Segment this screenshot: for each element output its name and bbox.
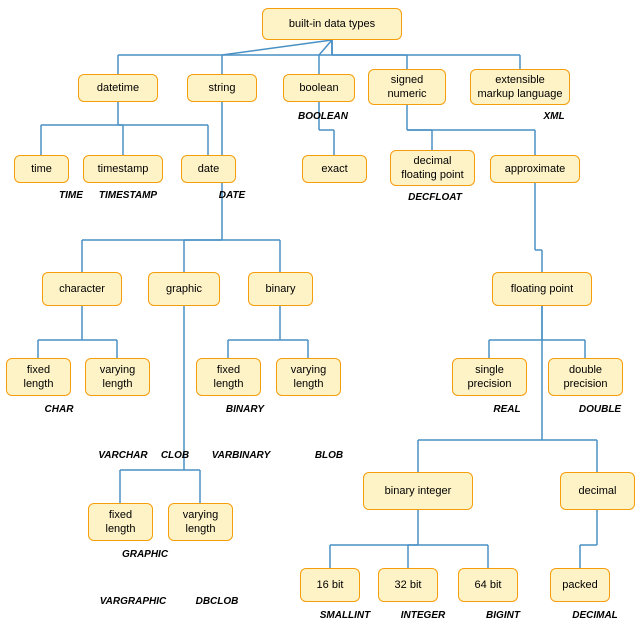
node-approximate: approximate xyxy=(490,155,580,183)
label-date: DATE xyxy=(187,190,277,201)
label-double: DOUBLE xyxy=(555,404,641,415)
node-floating_point: floating point xyxy=(492,272,592,306)
node-bit16: 16 bit xyxy=(300,568,360,602)
label-decimal: DECIMAL xyxy=(550,610,640,621)
node-signed_numeric: signed numeric xyxy=(368,69,446,105)
node-fixed_len_bin: fixed length xyxy=(196,358,261,396)
label-smallint: SMALLINT xyxy=(300,610,390,621)
label-blob: BLOB xyxy=(284,450,374,461)
node-fixed_len_gr: fixed length xyxy=(88,503,153,541)
label-bigint: BIGINT xyxy=(458,610,548,621)
label-vargraphic: VARGRAPHIC xyxy=(88,596,178,607)
node-character: character xyxy=(42,272,122,306)
node-graphic: graphic xyxy=(148,272,220,306)
node-exact: exact xyxy=(302,155,367,183)
label-real: REAL xyxy=(462,404,552,415)
node-time: time xyxy=(14,155,69,183)
node-varying_len_gr: varying length xyxy=(168,503,233,541)
node-xml: extensible markup language xyxy=(470,69,570,105)
label-decfloat: DECFLOAT xyxy=(390,192,480,203)
node-binary: binary xyxy=(248,272,313,306)
node-double_prec: double precision xyxy=(548,358,623,396)
label-dbclob: DBCLOB xyxy=(172,596,262,607)
node-packed: packed xyxy=(550,568,610,602)
label-boolean: BOOLEAN xyxy=(278,111,368,122)
node-varying_len_char: varying length xyxy=(85,358,150,396)
node-bit32: 32 bit xyxy=(378,568,438,602)
label-timestamp: TIMESTAMP xyxy=(83,190,173,201)
label-xml: XML xyxy=(509,111,599,122)
node-single_prec: single precision xyxy=(452,358,527,396)
label-varbinary: VARBINARY xyxy=(196,450,286,461)
node-root: built-in data types xyxy=(262,8,402,40)
node-fixed_len_char: fixed length xyxy=(6,358,71,396)
node-timestamp: timestamp xyxy=(83,155,163,183)
node-binary_int: binary integer xyxy=(363,472,473,510)
label-char: CHAR xyxy=(14,404,104,415)
node-boolean: boolean xyxy=(283,74,355,102)
node-string: string xyxy=(187,74,257,102)
label-integer: INTEGER xyxy=(378,610,468,621)
diagram-container: built-in data typesdatetimestringboolean… xyxy=(0,0,641,626)
node-decfloat: decimal floating point xyxy=(390,150,475,186)
node-date: date xyxy=(181,155,236,183)
node-varying_len_bin: varying length xyxy=(276,358,341,396)
node-datetime: datetime xyxy=(78,74,158,102)
node-decimal_node: decimal xyxy=(560,472,635,510)
node-bit64: 64 bit xyxy=(458,568,518,602)
label-binary: BINARY xyxy=(200,404,290,415)
label-graphic: GRAPHIC xyxy=(100,549,190,560)
